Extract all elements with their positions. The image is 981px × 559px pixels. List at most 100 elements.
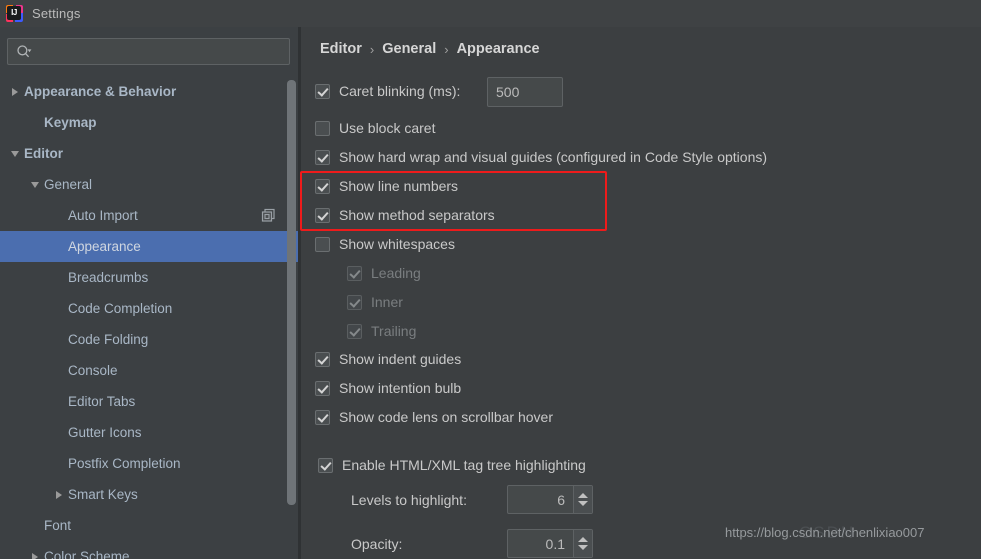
option-label: Leading — [371, 265, 421, 281]
sidebar-item-color-scheme[interactable]: Color Scheme — [0, 541, 298, 559]
checkbox-trailing[interactable] — [347, 323, 362, 339]
sidebar-item-label: Font — [44, 518, 72, 533]
checkbox-show-hard-wrap[interactable] — [315, 149, 330, 165]
chevron-right-glyph — [56, 490, 62, 499]
breadcrumb-separator-1: › — [369, 41, 375, 57]
option-use-block-caret[interactable]: Use block caret — [315, 120, 435, 136]
option-enable-tag-tree[interactable]: Enable HTML/XML tag tree highlighting — [318, 457, 586, 473]
spinner-up-icon[interactable] — [578, 493, 588, 498]
checkbox-show-whitespaces[interactable] — [315, 236, 330, 252]
option-caret-blinking[interactable]: Caret blinking (ms): — [315, 83, 460, 99]
sidebar-item-auto-import[interactable]: Auto Import — [0, 200, 298, 231]
sidebar-item-appearance[interactable]: Appearance — [0, 231, 298, 262]
settings-tree: Appearance & Behavior Keymap Editor General… — [0, 76, 298, 559]
settings-sidebar: Appearance & Behavior Keymap Editor General… — [0, 27, 298, 559]
sidebar-item-breadcrumbs[interactable]: Breadcrumbs — [0, 262, 298, 293]
option-label: Enable HTML/XML tag tree highlighting — [342, 457, 586, 473]
chevron-down-glyph — [11, 150, 19, 157]
option-show-whitespaces[interactable]: Show whitespaces — [315, 236, 455, 252]
spinner-up-icon[interactable] — [578, 537, 588, 542]
sidebar-item-label: Auto Import — [68, 208, 138, 223]
option-show-code-lens[interactable]: Show code lens on scrollbar hover — [315, 409, 553, 425]
sidebar-item-label: Color Scheme — [44, 549, 130, 559]
chevron-right-glyph — [12, 87, 18, 96]
levels-spinner-buttons[interactable] — [573, 486, 592, 513]
checkbox-caret-blinking[interactable] — [315, 83, 330, 99]
option-label: Inner — [371, 294, 403, 310]
checkbox-leading[interactable] — [347, 265, 362, 281]
search-field[interactable] — [7, 38, 290, 65]
sidebar-item-smart-keys[interactable]: Smart Keys — [0, 479, 298, 510]
sidebar-item-label: Appearance — [68, 239, 141, 254]
levels-to-highlight-spinner[interactable]: 6 — [507, 485, 593, 514]
sidebar-item-label: General — [44, 177, 93, 192]
search-icon — [16, 44, 32, 60]
search-input[interactable] — [36, 41, 266, 62]
sidebar-item-label: Code Folding — [68, 332, 149, 347]
option-show-indent-guides[interactable]: Show indent guides — [315, 351, 461, 367]
breadcrumb-item-editor[interactable]: Editor — [320, 41, 362, 57]
checkbox-show-line-numbers[interactable] — [315, 178, 330, 194]
checkbox-show-code-lens[interactable] — [315, 409, 330, 425]
chevron-right-icon[interactable] — [50, 490, 68, 499]
breadcrumb: Editor › General › Appearance — [320, 41, 540, 57]
csdn-watermark-url: https://blog.csdn.net/chenlixiao007 — [725, 525, 925, 540]
checkbox-show-intention-bulb[interactable] — [315, 380, 330, 396]
sidebar-item-label: Breadcrumbs — [68, 270, 149, 285]
option-show-hard-wrap[interactable]: Show hard wrap and visual guides (config… — [315, 149, 767, 165]
appearance-settings-panel: Editor › General › Appearance Caret blin… — [301, 27, 981, 559]
checkbox-show-indent-guides[interactable] — [315, 351, 330, 367]
sidebar-item-label: Editor Tabs — [68, 394, 136, 409]
chevron-down-glyph — [31, 181, 39, 188]
option-show-intention-bulb[interactable]: Show intention bulb — [315, 380, 461, 396]
sidebar-item-font[interactable]: Font — [0, 510, 298, 541]
levels-to-highlight-value: 6 — [557, 491, 565, 508]
sidebar-item-general[interactable]: General — [0, 169, 298, 200]
sidebar-item-appearance-behavior[interactable]: Appearance & Behavior — [0, 76, 298, 107]
option-inner[interactable]: Inner — [347, 294, 403, 310]
option-label: Show hard wrap and visual guides (config… — [339, 149, 768, 165]
checkbox-show-method-separators[interactable] — [315, 207, 330, 223]
chevron-down-icon[interactable] — [6, 150, 24, 157]
label-text: Opacity: — [351, 536, 403, 552]
sidebar-scrollbar-thumb[interactable] — [287, 80, 296, 505]
option-label: Show whitespaces — [339, 236, 455, 252]
sidebar-item-code-folding[interactable]: Code Folding — [0, 324, 298, 355]
option-label: Caret blinking (ms): — [339, 83, 461, 99]
sidebar-item-postfix-completion[interactable]: Postfix Completion — [0, 448, 298, 479]
option-show-line-numbers[interactable]: Show line numbers — [315, 178, 458, 194]
breadcrumb-item-appearance: Appearance — [456, 41, 540, 57]
checkbox-inner[interactable] — [347, 294, 362, 310]
chevron-down-icon[interactable] — [26, 181, 44, 188]
sidebar-item-gutter-icons[interactable]: Gutter Icons — [0, 417, 298, 448]
chevron-right-icon[interactable] — [6, 87, 24, 96]
opacity-value: 0.1 — [545, 535, 565, 552]
spinner-down-icon[interactable] — [578, 545, 588, 550]
opacity-spinner[interactable]: 0.1 — [507, 529, 593, 558]
opacity-spinner-buttons[interactable] — [573, 530, 592, 557]
option-trailing[interactable]: Trailing — [347, 323, 416, 339]
sidebar-item-code-completion[interactable]: Code Completion — [0, 293, 298, 324]
checkbox-use-block-caret[interactable] — [315, 120, 330, 136]
spinner-down-icon[interactable] — [578, 501, 588, 506]
checkbox-enable-tag-tree[interactable] — [318, 457, 333, 473]
option-label: Show code lens on scrollbar hover — [339, 409, 554, 425]
caret-blinking-input[interactable]: 500 — [487, 77, 563, 107]
icon-letters: IJ — [11, 8, 17, 17]
sidebar-item-keymap[interactable]: Keymap — [0, 107, 298, 138]
option-leading[interactable]: Leading — [347, 265, 421, 281]
option-label: Show indent guides — [339, 351, 462, 367]
option-show-method-separators[interactable]: Show method separators — [315, 207, 495, 223]
chevron-right-icon[interactable] — [26, 552, 44, 559]
sidebar-item-editor-tabs[interactable]: Editor Tabs — [0, 386, 298, 417]
sidebar-item-editor[interactable]: Editor — [0, 138, 298, 169]
breadcrumb-item-general[interactable]: General — [382, 41, 436, 57]
sidebar-item-console[interactable]: Console — [0, 355, 298, 386]
title-bar: IJ Settings — [0, 0, 981, 27]
settings-window: IJ Settings Appearance & Behavior Keymap E… — [0, 0, 981, 559]
opacity-label: Opacity: — [351, 536, 402, 552]
caret-blinking-value: 500 — [496, 84, 520, 100]
breadcrumb-separator-2: › — [444, 41, 449, 57]
option-label: Trailing — [371, 323, 417, 339]
copy-windows-icon — [261, 208, 276, 223]
